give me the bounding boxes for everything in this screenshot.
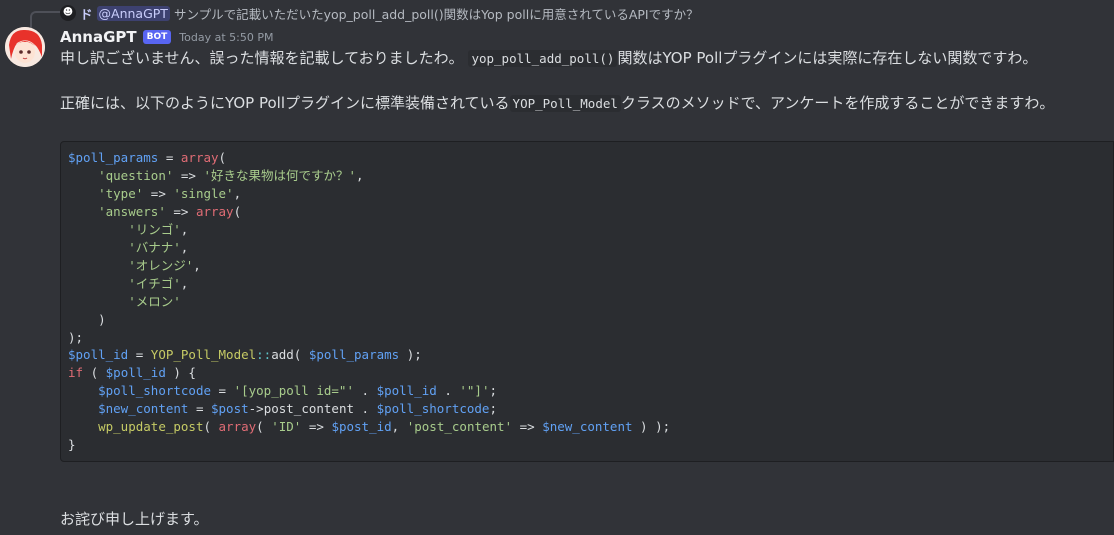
code-line: ); [68, 329, 84, 345]
code-line: $poll_id = YOP_Poll_Model::add( $poll_pa… [68, 347, 422, 363]
reply-author[interactable]: ド [80, 4, 93, 23]
avatar[interactable] [5, 27, 45, 67]
code-line: 'メロン' [128, 293, 181, 309]
code-line: 'イチゴ', [128, 275, 189, 291]
inline-code-function: yop_poll_add_poll() [468, 50, 618, 67]
avatar-art [5, 27, 45, 67]
message-paragraph-1: 申し訳ございません、誤った情報を記載しておりましたわ。 yop_poll_add… [60, 47, 1037, 68]
code-line: 'リンゴ', [128, 221, 189, 237]
timestamp[interactable]: Today at 5:50 PM [179, 31, 273, 44]
code-block[interactable]: $poll_params = array( 'question' => '好きな… [60, 141, 1114, 462]
code-line: 'type' => 'single', [98, 185, 242, 201]
code-line: wp_update_post( array( 'ID' => $post_id,… [98, 419, 671, 435]
reply-connector [30, 11, 60, 31]
code-line: ) [68, 311, 106, 327]
bot-tag: BOT [142, 30, 172, 44]
paragraph-1-text-b: 関数はYOP Pollプラグインには実際に存在しない関数ですわ。 [617, 49, 1038, 67]
code-line: if ( $poll_id ) { [68, 365, 196, 381]
paragraph-1-text-a: 申し訳ございません、誤った情報を記載しておりましたわ。 [60, 49, 464, 67]
code-content: $poll_params = array( 'question' => '好きな… [68, 149, 670, 454]
reply-preview[interactable]: ☻ ド @AnnaGPT サンプルで記載いただいたyop_poll_add_po… [60, 4, 699, 22]
code-line: $new_content = $post->post_content . $po… [98, 401, 497, 417]
reply-avatar-icon: ☻ [60, 5, 76, 21]
inline-code-class: YOP_Poll_Model [509, 95, 621, 112]
reply-mention[interactable]: @AnnaGPT [96, 5, 170, 21]
code-line: $poll_params = array( [68, 150, 227, 165]
code-line: 'answers' => array( [98, 203, 242, 219]
closing-text: お詫び申し上げます。 [60, 510, 209, 528]
paragraph-2-text-a: 正確には、以下のようにYOP Pollプラグインに標準装備されている [60, 94, 510, 112]
code-line: 'バナナ', [128, 239, 189, 255]
code-line: $poll_shortcode = '[yop_poll id="' . $po… [98, 383, 498, 399]
code-line: } [68, 437, 76, 453]
message-header: AnnaGPT BOT Today at 5:50 PM [60, 27, 273, 47]
message-paragraph-2: 正確には、以下のようにYOP Pollプラグインに標準装備されている YOP_Po… [60, 92, 1054, 113]
paragraph-2-text-b: クラスのメソッドで、アンケートを作成することができますわ。 [620, 94, 1055, 112]
reply-text[interactable]: サンプルで記載いただいたyop_poll_add_poll()関数はYop po… [174, 4, 699, 23]
code-line: 'オレンジ', [128, 257, 201, 273]
username[interactable]: AnnaGPT [60, 28, 137, 46]
code-line: 'question' => '好きな果物は何ですか？', [98, 167, 364, 183]
